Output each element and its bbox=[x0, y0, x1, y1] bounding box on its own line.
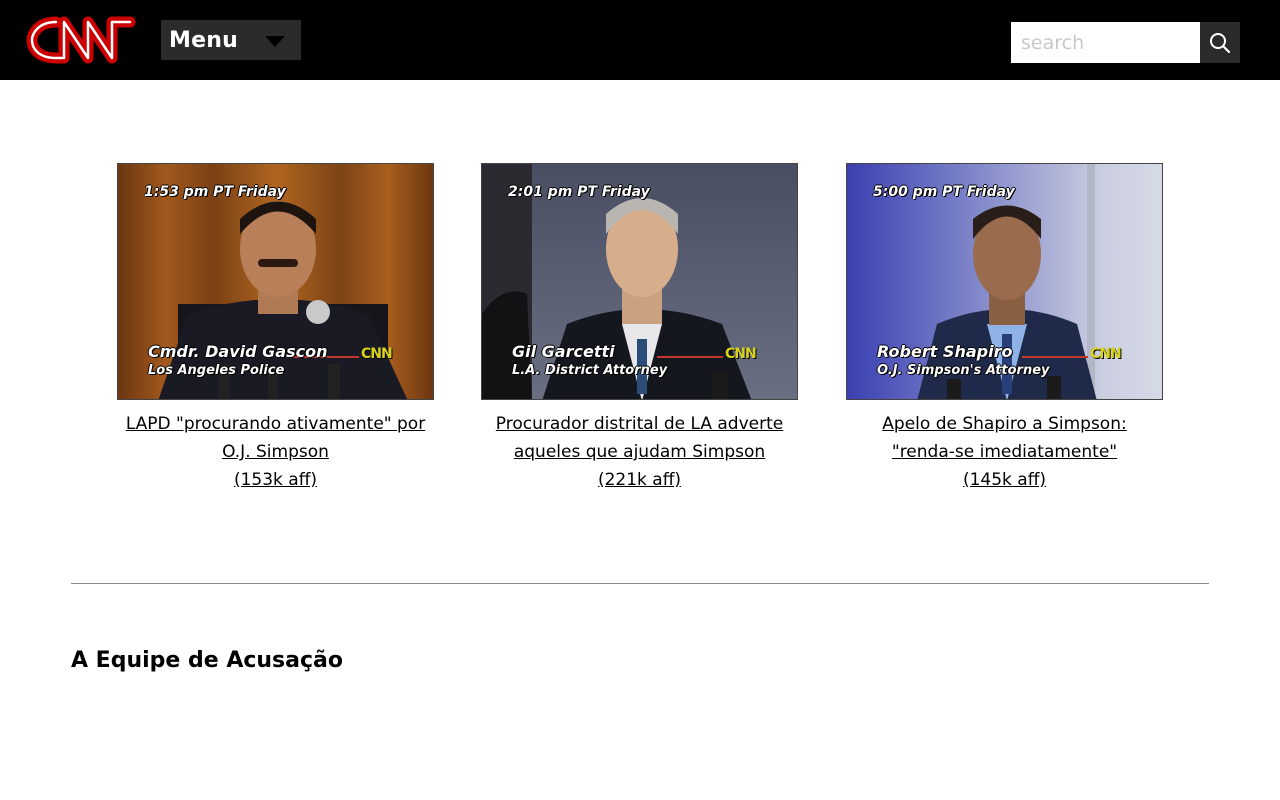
speaker-name: Gil Garcetti bbox=[512, 342, 615, 361]
section-heading: A Equipe de Acusação bbox=[71, 648, 343, 673]
section-divider bbox=[71, 583, 1209, 584]
caption-line: Procurador distrital de LA adverte bbox=[495, 414, 784, 434]
menu-dropdown-button[interactable]: Menu bbox=[161, 20, 301, 60]
speaker-title: O.J. Simpson's Attorney bbox=[877, 363, 1050, 378]
video-link[interactable]: Procurador distrital de LA adverte aquel… bbox=[496, 414, 783, 490]
menu-label: Menu bbox=[169, 27, 238, 53]
file-size: (153k aff) bbox=[233, 470, 318, 490]
cnn-bug: CNN bbox=[1090, 346, 1122, 362]
caption-line: Apelo de Shapiro a Simpson: bbox=[882, 414, 1127, 434]
chevron-down-icon bbox=[265, 36, 285, 47]
site-header: Menu bbox=[0, 0, 1280, 80]
speaker-title: Los Angeles Police bbox=[148, 363, 285, 378]
lower-third: Gil Garcetti L.A. District Attorney bbox=[512, 342, 667, 378]
video-caption: Procurador distrital de LA adverte aquel… bbox=[481, 410, 798, 494]
video-thumbnail[interactable]: 1:53 pm PT Friday CNN Cmdr. David Gascon… bbox=[117, 163, 434, 400]
video-link[interactable]: LAPD "procurando ativamente" por O.J. Si… bbox=[126, 414, 425, 490]
video-timestamp: 2:01 pm PT Friday bbox=[508, 184, 650, 200]
search-button[interactable] bbox=[1200, 22, 1240, 63]
cnn-logo[interactable] bbox=[26, 12, 136, 68]
search-input[interactable] bbox=[1011, 22, 1200, 63]
cnn-bug: CNN bbox=[361, 346, 393, 362]
video-caption: Apelo de Shapiro a Simpson: "renda-se im… bbox=[846, 410, 1163, 494]
video-tile: 1:53 pm PT Friday CNN Cmdr. David Gascon… bbox=[117, 163, 434, 494]
caption-line: aqueles que ajudam Simpson bbox=[513, 442, 766, 462]
cnn-logo-mark bbox=[26, 16, 136, 64]
caption-line: LAPD "procurando ativamente" por bbox=[125, 414, 426, 434]
caption-line: "renda-se imediatamente" bbox=[891, 442, 1118, 462]
video-tile: 2:01 pm PT Friday CNN Gil Garcetti L.A. … bbox=[481, 163, 798, 494]
video-tile: 5:00 pm PT Friday CNN Robert Shapiro O.J… bbox=[846, 163, 1163, 494]
file-size: (145k aff) bbox=[962, 470, 1047, 490]
video-timestamp: 1:53 pm PT Friday bbox=[144, 184, 286, 200]
caption-line: O.J. Simpson bbox=[222, 442, 329, 462]
speaker-name: Cmdr. David Gascon bbox=[148, 342, 328, 361]
video-timestamp: 5:00 pm PT Friday bbox=[873, 184, 1015, 200]
lower-third: Cmdr. David Gascon Los Angeles Police bbox=[148, 342, 327, 378]
video-link[interactable]: Apelo de Shapiro a Simpson: "renda-se im… bbox=[882, 414, 1126, 490]
video-caption: LAPD "procurando ativamente" por O.J. Si… bbox=[117, 410, 434, 494]
cnn-bug: CNN bbox=[725, 346, 757, 362]
video-thumbnail[interactable]: 2:01 pm PT Friday CNN Gil Garcetti L.A. … bbox=[481, 163, 798, 400]
video-thumbnail[interactable]: 5:00 pm PT Friday CNN Robert Shapiro O.J… bbox=[846, 163, 1163, 400]
speaker-title: L.A. District Attorney bbox=[512, 363, 668, 378]
speaker-name: Robert Shapiro bbox=[877, 342, 1013, 361]
search-icon bbox=[1210, 32, 1231, 53]
lower-third: Robert Shapiro O.J. Simpson's Attorney bbox=[877, 342, 1050, 378]
file-size: (221k aff) bbox=[597, 470, 682, 490]
